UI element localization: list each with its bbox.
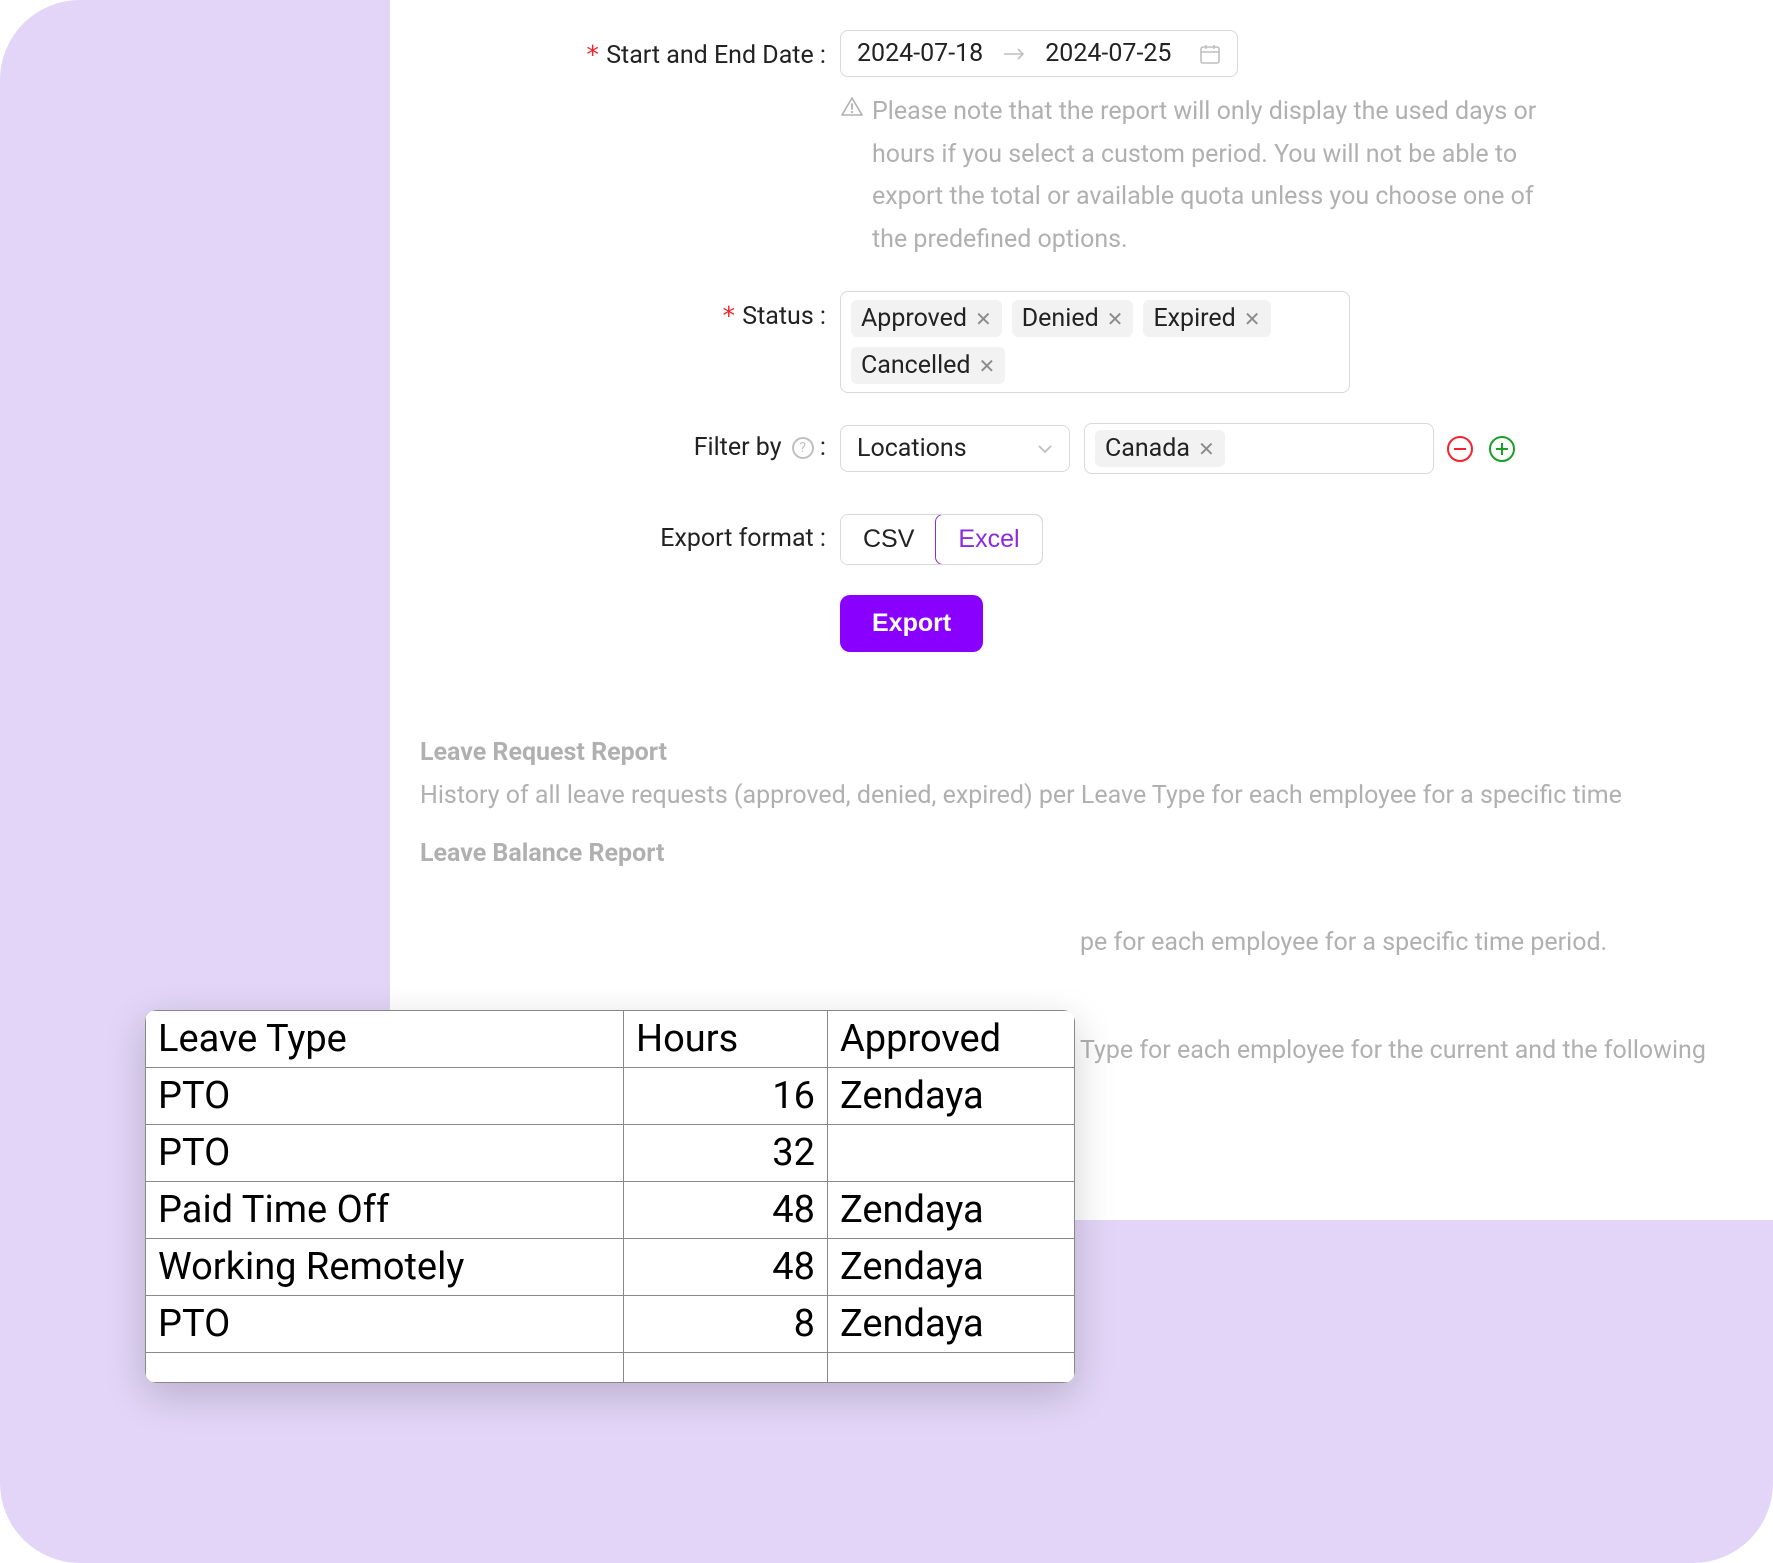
- start-date-value: 2024-07-18: [857, 39, 983, 68]
- control-status: Approved ✕ Denied ✕ Expired ✕ Cancelled ✕: [840, 291, 1773, 393]
- cell-hours: 16: [624, 1068, 828, 1125]
- close-icon[interactable]: ✕: [1107, 309, 1124, 329]
- format-label-text: Export format: [660, 524, 814, 553]
- control-format: CSV Excel: [840, 514, 1773, 565]
- status-tag-cancelled[interactable]: Cancelled ✕: [851, 347, 1005, 384]
- row-status: *Status : Approved ✕ Denied ✕ Expired ✕ Can…: [420, 291, 1773, 393]
- cell-approved: Zendaya: [828, 1239, 1075, 1296]
- cell-leave-type: PTO: [146, 1296, 624, 1353]
- row-format: Export format : CSV Excel: [420, 514, 1773, 565]
- cell-leave-type: [146, 1353, 624, 1383]
- cell-approved: [828, 1125, 1075, 1182]
- status-label-text: Status: [742, 302, 813, 331]
- date-hint-text: Please note that the report will only di…: [872, 91, 1560, 261]
- cell-hours: 8: [624, 1296, 828, 1353]
- col-leave-type: Leave Type: [146, 1011, 624, 1068]
- table-row: [146, 1353, 1075, 1383]
- required-star: *: [721, 301, 736, 330]
- preview-table: Leave Type Hours Approved PTO 16 Zendaya…: [145, 1010, 1075, 1383]
- cell-approved: Zendaya: [828, 1296, 1075, 1353]
- report-form: *Start and End Date : 2024-07-18 2024-07…: [420, 30, 1773, 1073]
- date-range-picker[interactable]: 2024-07-18 2024-07-25: [840, 30, 1238, 77]
- filter-label-text: Filter by: [694, 433, 782, 462]
- cell-leave-type: Paid Time Off: [146, 1182, 624, 1239]
- filter-type-select[interactable]: Locations: [840, 425, 1070, 472]
- col-approved: Approved: [828, 1011, 1075, 1068]
- end-date-value: 2024-07-25: [1045, 39, 1171, 68]
- cell-hours: 48: [624, 1182, 828, 1239]
- close-icon[interactable]: ✕: [1198, 439, 1215, 459]
- cell-hours: 48: [624, 1239, 828, 1296]
- cell-hours: [624, 1353, 828, 1383]
- cell-hours: 32: [624, 1125, 828, 1182]
- format-segmented: CSV Excel: [840, 514, 1043, 565]
- tag-label: Cancelled: [861, 351, 971, 380]
- tag-label: Approved: [861, 304, 967, 333]
- date-label-text: Start and End Date: [606, 41, 814, 70]
- filter-value-select[interactable]: Canada ✕: [1084, 423, 1434, 474]
- col-hours: Hours: [624, 1011, 828, 1068]
- cell-leave-type: Working Remotely: [146, 1239, 624, 1296]
- label-date: *Start and End Date :: [420, 30, 840, 70]
- cell-approved: Zendaya: [828, 1068, 1075, 1125]
- calendar-icon: [1199, 43, 1221, 65]
- cell-leave-type: PTO: [146, 1068, 624, 1125]
- report-title-1: Leave Request Report: [420, 732, 1773, 775]
- table-header-row: Leave Type Hours Approved: [146, 1011, 1075, 1068]
- date-hint: Please note that the report will only di…: [840, 91, 1560, 261]
- filter-tag-canada[interactable]: Canada ✕: [1095, 430, 1225, 467]
- cell-approved: Zendaya: [828, 1182, 1075, 1239]
- label-format: Export format :: [420, 514, 840, 553]
- status-tag-expired[interactable]: Expired ✕: [1143, 300, 1270, 337]
- add-filter-button[interactable]: [1486, 433, 1518, 465]
- help-icon[interactable]: ?: [792, 437, 814, 459]
- close-icon[interactable]: ✕: [979, 356, 996, 376]
- format-excel-button[interactable]: Excel: [935, 514, 1042, 565]
- close-icon[interactable]: ✕: [975, 309, 992, 329]
- status-tag-approved[interactable]: Approved ✕: [851, 300, 1002, 337]
- chevron-down-icon: [1037, 444, 1053, 454]
- date-arrow-icon: [1003, 47, 1025, 61]
- cell-leave-type: PTO: [146, 1125, 624, 1182]
- label-spacer: [420, 595, 840, 605]
- status-tag-select[interactable]: Approved ✕ Denied ✕ Expired ✕ Cancelled ✕: [840, 291, 1350, 393]
- table-row: Paid Time Off 48 Zendaya: [146, 1182, 1075, 1239]
- tag-label: Canada: [1105, 434, 1190, 463]
- label-status: *Status :: [420, 291, 840, 331]
- control-date: 2024-07-18 2024-07-25 Please note that t…: [840, 30, 1773, 261]
- cell-approved: [828, 1353, 1075, 1383]
- control-export: Export: [840, 595, 1773, 652]
- row-date: *Start and End Date : 2024-07-18 2024-07…: [420, 30, 1773, 261]
- remove-filter-button[interactable]: [1444, 433, 1476, 465]
- table-row: PTO 8 Zendaya: [146, 1296, 1075, 1353]
- filter-select-value: Locations: [857, 434, 967, 463]
- report-desc-2-fragment: pe for each employee for a specific time…: [420, 922, 1773, 965]
- report-desc-1: History of all leave requests (approved,…: [420, 775, 1773, 818]
- label-filter: Filter by ? :: [420, 423, 840, 462]
- status-tag-denied[interactable]: Denied ✕: [1012, 300, 1134, 337]
- warning-icon: [840, 95, 864, 261]
- export-button[interactable]: Export: [840, 595, 983, 652]
- tag-label: Denied: [1022, 304, 1099, 333]
- close-icon[interactable]: ✕: [1244, 309, 1261, 329]
- report-preview-table: Leave Type Hours Approved PTO 16 Zendaya…: [145, 1010, 1075, 1383]
- control-filter: Locations Canada ✕: [840, 423, 1773, 474]
- table-row: PTO 32: [146, 1125, 1075, 1182]
- table-row: Working Remotely 48 Zendaya: [146, 1239, 1075, 1296]
- row-filter: Filter by ? : Locations Canada ✕: [420, 423, 1773, 474]
- format-csv-button[interactable]: CSV: [841, 515, 936, 564]
- tag-label: Expired: [1153, 304, 1235, 333]
- required-star: *: [585, 40, 600, 69]
- table-row: PTO 16 Zendaya: [146, 1068, 1075, 1125]
- row-export: Export: [420, 595, 1773, 652]
- report-title-2: Leave Balance Report: [420, 833, 1773, 876]
